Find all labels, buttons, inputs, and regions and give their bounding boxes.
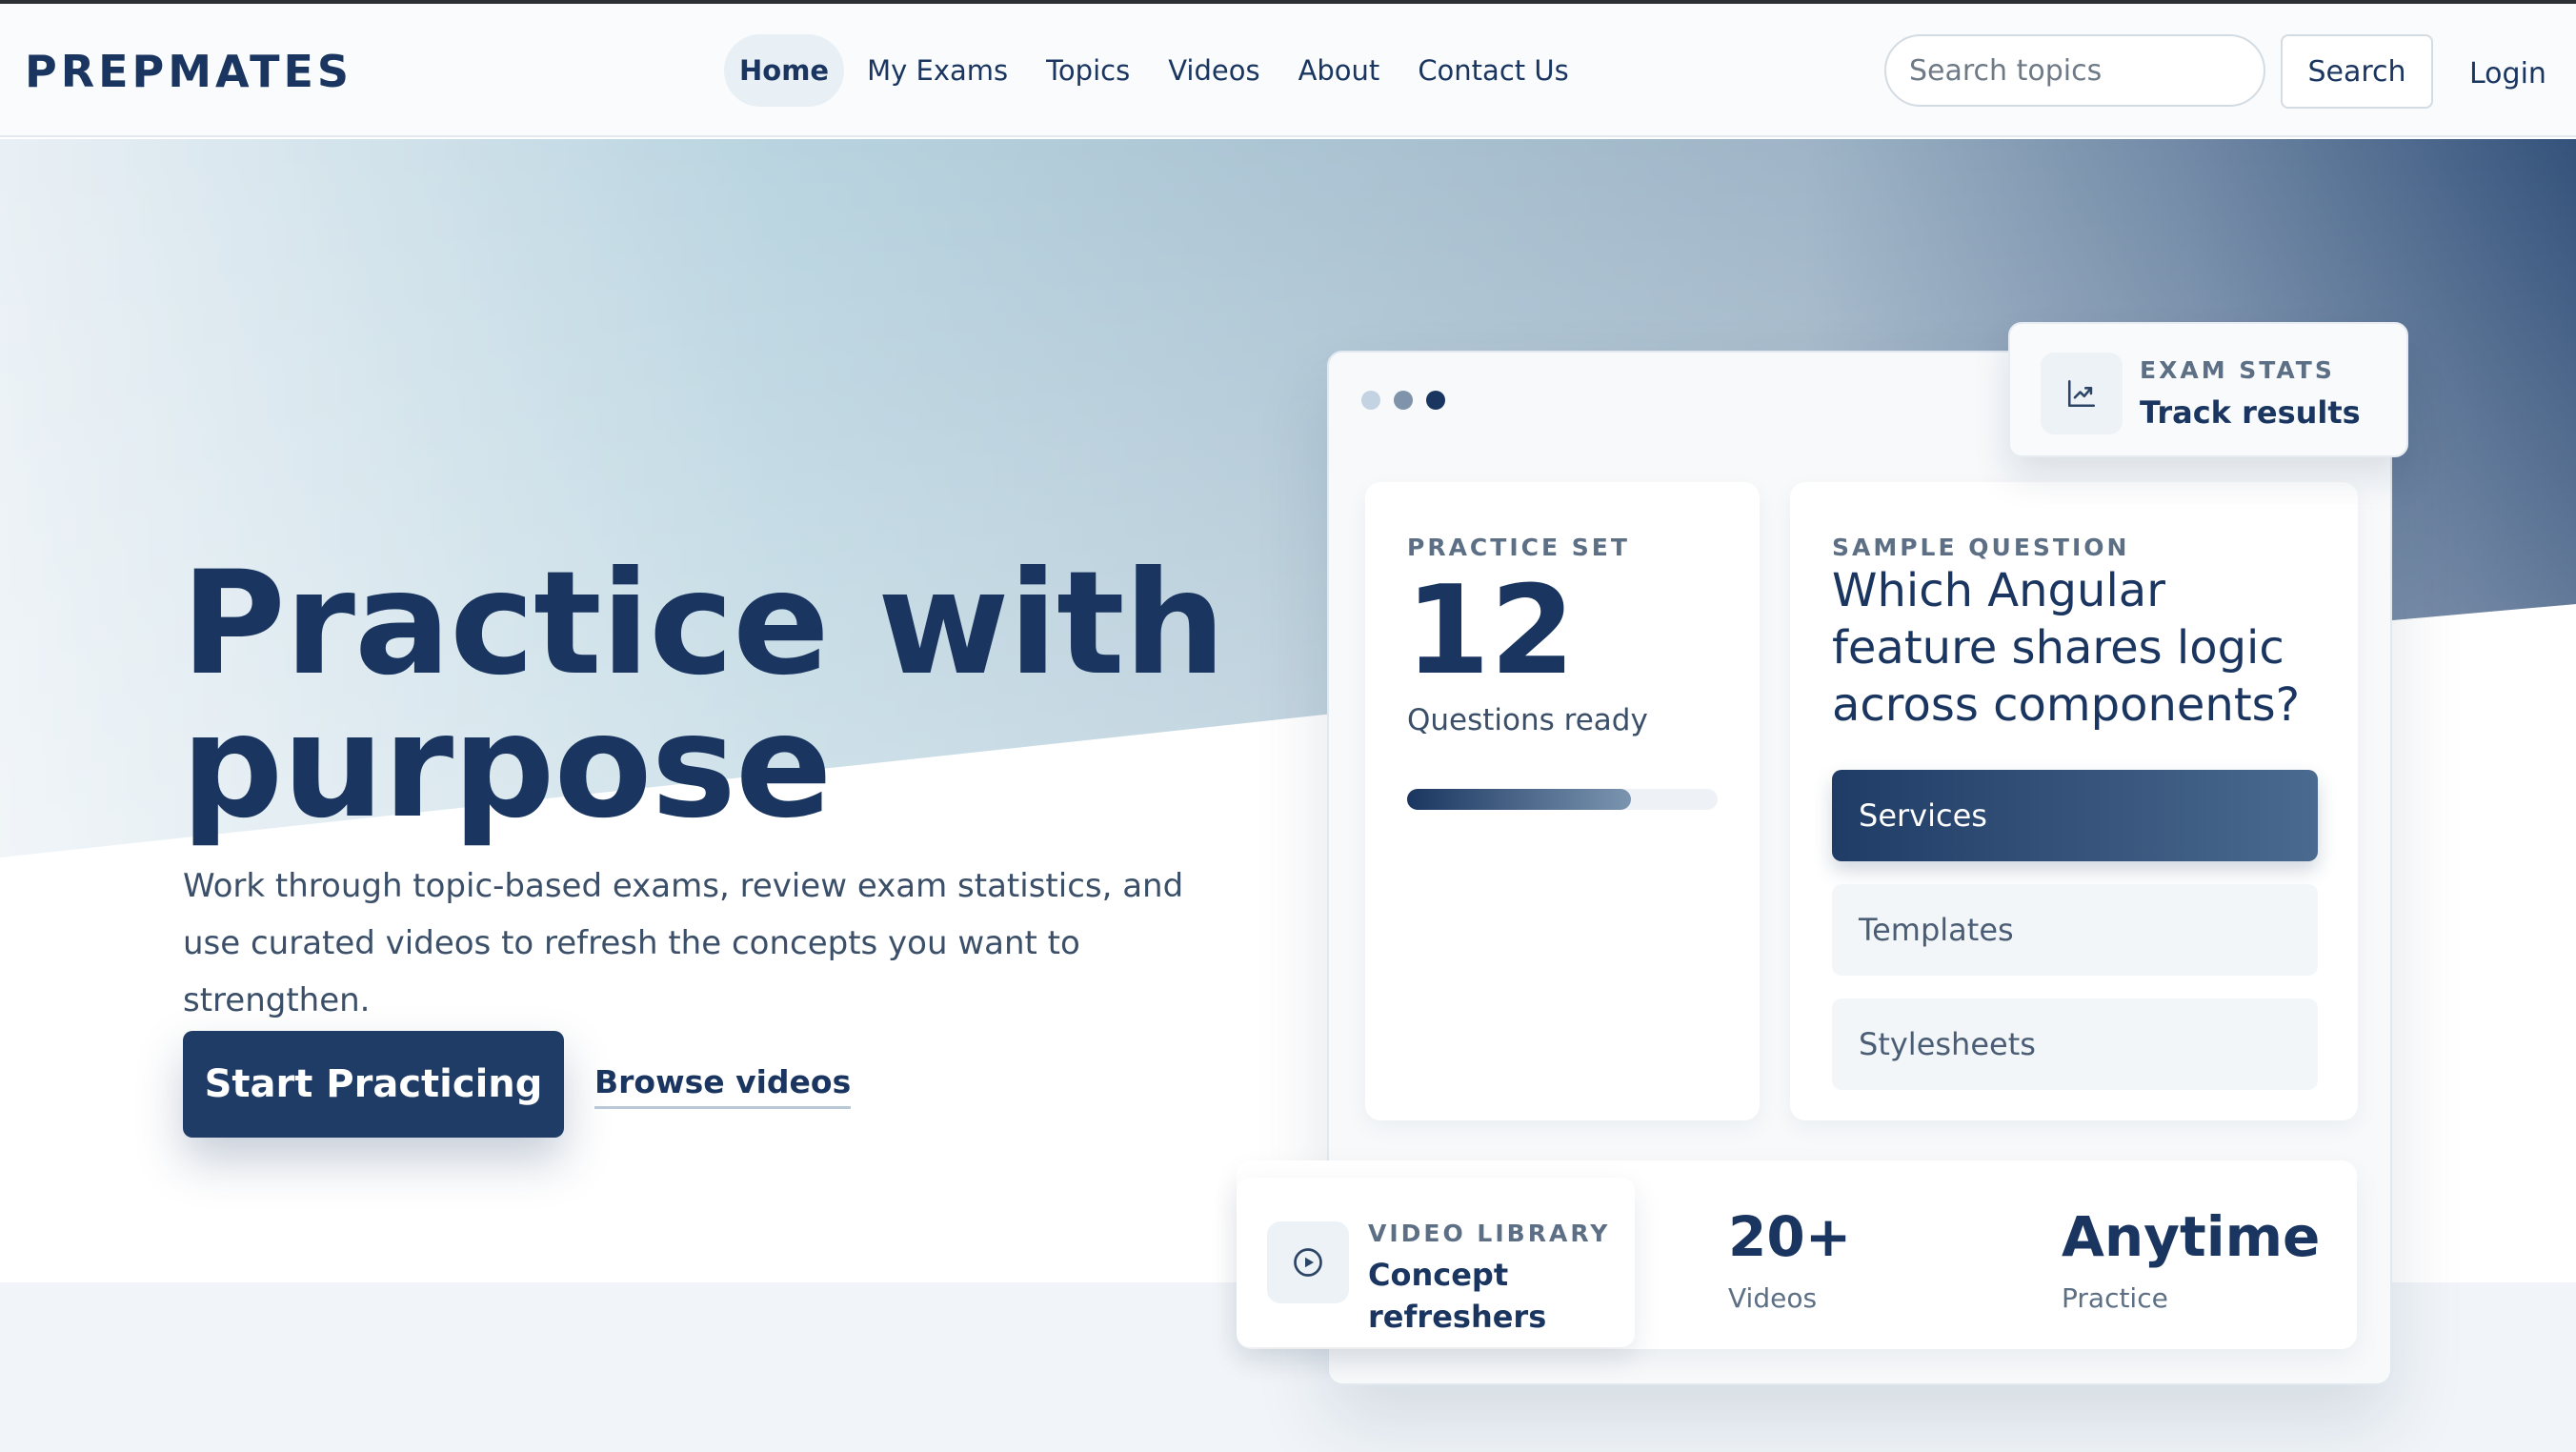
nav-topics[interactable]: Topics bbox=[1027, 34, 1149, 107]
practice-set-panel: PRACTICE SET 12 Questions ready bbox=[1365, 482, 1760, 1120]
hero-subtext: Work through topic-based exams, review e… bbox=[183, 867, 1184, 1019]
search-button[interactable]: Search bbox=[2281, 34, 2433, 109]
hero-headline: Practice with purpose bbox=[181, 541, 1226, 850]
play-circle-icon bbox=[1267, 1221, 1349, 1303]
site-header: PREPMATES Home My Exams Topics Videos Ab… bbox=[0, 4, 2576, 137]
question-count: 12 bbox=[1405, 560, 1576, 702]
login-link[interactable]: Login bbox=[2469, 57, 2546, 91]
nav-about[interactable]: About bbox=[1279, 34, 1399, 107]
window-dot bbox=[1394, 391, 1413, 410]
sample-question-panel: SAMPLE QUESTION Which Angular feature sh… bbox=[1790, 482, 2358, 1120]
stats-title: Track results bbox=[2140, 394, 2361, 431]
stats-eyebrow: EXAM STATS bbox=[2140, 356, 2335, 384]
nav-videos[interactable]: Videos bbox=[1149, 34, 1278, 107]
nav-my-exams[interactable]: My Exams bbox=[848, 34, 1027, 107]
questions-ready-label: Questions ready bbox=[1407, 703, 1648, 737]
video-library-eyebrow: VIDEO LIBRARY bbox=[1368, 1220, 1611, 1247]
window-dot bbox=[1361, 391, 1380, 410]
nav-contact-us[interactable]: Contact Us bbox=[1399, 34, 1587, 107]
practice-progress-fill bbox=[1407, 789, 1631, 810]
nav-home[interactable]: Home bbox=[724, 34, 845, 107]
practice-progress-bar bbox=[1407, 789, 1718, 810]
start-practicing-button[interactable]: Start Practicing bbox=[183, 1031, 564, 1138]
headline-line-2: purpose bbox=[181, 684, 833, 850]
question-text: Which Angular feature shares logic acros… bbox=[1832, 564, 2301, 732]
chart-line-icon bbox=[2041, 353, 2123, 434]
browse-videos-link[interactable]: Browse videos bbox=[594, 1063, 852, 1109]
exam-stats-card[interactable]: EXAM STATS Track results bbox=[2008, 322, 2408, 457]
headline-line-1: Practice with bbox=[181, 541, 1226, 707]
videos-label: Videos bbox=[1728, 1282, 1818, 1314]
practice-eyebrow: PRACTICE SET bbox=[1407, 534, 1630, 561]
answer-option-stylesheets[interactable]: Stylesheets bbox=[1832, 998, 2318, 1090]
answer-option-templates[interactable]: Templates bbox=[1832, 884, 2318, 976]
answer-option-services[interactable]: Services bbox=[1832, 770, 2318, 861]
window-dot bbox=[1426, 391, 1445, 410]
main-nav: Home My Exams Topics Videos About Contac… bbox=[724, 34, 1588, 107]
video-library-card[interactable]: VIDEO LIBRARY Concept refreshers bbox=[1237, 1178, 1635, 1347]
question-eyebrow: SAMPLE QUESTION bbox=[1832, 534, 2130, 561]
bottom-stats-bar: VIDEO LIBRARY Concept refreshers 20+ Vid… bbox=[1237, 1160, 2357, 1349]
anytime-value: Anytime bbox=[2062, 1204, 2321, 1269]
search-input[interactable] bbox=[1884, 34, 2265, 107]
logo[interactable]: PREPMATES bbox=[25, 46, 352, 97]
videos-count: 20+ bbox=[1728, 1204, 1852, 1269]
window-dots bbox=[1361, 391, 1459, 410]
anytime-label: Practice bbox=[2062, 1282, 2168, 1314]
video-library-title: Concept refreshers bbox=[1368, 1257, 1547, 1335]
